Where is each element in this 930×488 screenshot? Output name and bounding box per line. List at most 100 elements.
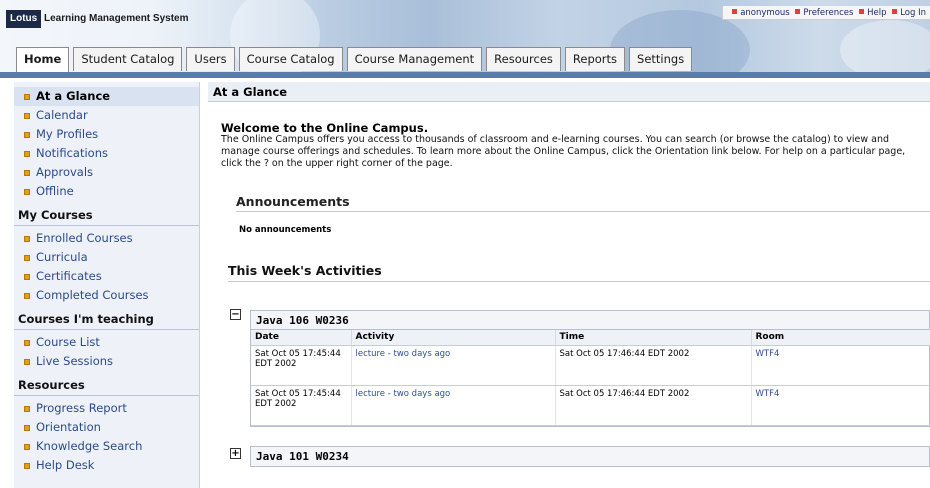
tab-reports[interactable]: Reports [564, 47, 626, 71]
room-cell: WTF4 [751, 385, 930, 426]
column-header-room: Room [751, 330, 930, 346]
expand-icon[interactable]: + [230, 448, 241, 459]
bullet-icon [24, 170, 30, 176]
sidebar-item-calendar[interactable]: Calendar [14, 106, 199, 125]
help-link[interactable]: Help [867, 8, 886, 18]
course-activities-panel: Java 106 W0236 Date Activity Time Room S… [250, 310, 930, 427]
bullet-icon [24, 151, 30, 157]
tab-resources[interactable]: Resources [486, 47, 561, 71]
bullet-icon [24, 359, 30, 365]
activities-heading: This Week's Activities [228, 263, 382, 278]
sidebar-heading-teaching: Courses I'm teaching [14, 308, 199, 330]
main-content: At a Glance Welcome to the Online Campus… [208, 82, 930, 488]
activity-link[interactable]: lecture - two days ago [356, 389, 451, 399]
sidebar-item-progress-report[interactable]: Progress Report [14, 399, 199, 418]
bullet-icon [24, 274, 30, 280]
sidebar-item-label: My Profiles [36, 127, 99, 141]
sidebar-item-orientation[interactable]: Orientation [14, 418, 199, 437]
collapse-icon[interactable]: − [230, 309, 241, 320]
sidebar-item-label: Orientation [36, 420, 101, 434]
page-title: At a Glance [208, 82, 930, 102]
divider [228, 281, 930, 282]
sidebar-item-label: Progress Report [36, 401, 127, 415]
bullet-icon [892, 9, 898, 14]
tab-course-management[interactable]: Course Management [346, 47, 483, 71]
bullet-icon [24, 444, 30, 450]
sidebar-item-course-list[interactable]: Course List [14, 333, 199, 352]
sidebar-item-label: Curricula [36, 250, 88, 264]
tab-underline [0, 72, 930, 78]
header-banner: Lotus Learning Management System anonymo… [0, 0, 930, 78]
anonymous-user-link[interactable]: anonymous [740, 8, 790, 18]
sidebar-item-label: Live Sessions [36, 354, 114, 368]
sidebar-item-my-profiles[interactable]: My Profiles [14, 125, 199, 144]
date-cell: Sat Oct 05 17:45:44 EDT 2002 [251, 345, 352, 386]
banner-decoration [840, 20, 930, 78]
welcome-title: Welcome to the Online Campus. [221, 121, 429, 135]
room-cell: WTF4 [751, 345, 930, 386]
tab-course-catalog[interactable]: Course Catalog [238, 47, 343, 71]
main-tabs: Home Student Catalog Users Course Catalo… [16, 47, 693, 73]
table-row: Sat Oct 05 17:45:44 EDT 2002 lecture - t… [251, 385, 930, 426]
bullet-icon [24, 236, 30, 242]
sidebar-item-label: Notifications [36, 146, 108, 160]
bullet-icon [24, 463, 30, 469]
tab-users[interactable]: Users [186, 47, 235, 71]
bullet-icon [24, 189, 30, 195]
sidebar-item-certificates[interactable]: Certificates [14, 267, 199, 286]
table-header-row: Date Activity Time Room [251, 330, 930, 346]
course-title: Java 101 W0234 [251, 447, 929, 466]
column-header-time: Time [555, 330, 752, 346]
sidebar-item-label: Completed Courses [36, 288, 149, 302]
bullet-icon [24, 132, 30, 138]
bullet-icon [24, 293, 30, 299]
bullet-icon [859, 9, 865, 14]
sidebar-item-label: At a Glance [36, 89, 111, 103]
tab-settings[interactable]: Settings [629, 47, 693, 71]
bullet-icon [24, 406, 30, 412]
date-cell: Sat Oct 05 17:45:44 EDT 2002 [251, 385, 352, 426]
sidebar-item-label: Calendar [36, 108, 88, 122]
bullet-icon [24, 255, 30, 261]
tab-student-catalog[interactable]: Student Catalog [73, 47, 183, 71]
sidebar-item-label: Course List [36, 335, 100, 349]
sidebar-item-label: Certificates [36, 269, 102, 283]
table-row: Sat Oct 05 17:45:44 EDT 2002 lecture - t… [251, 345, 930, 386]
sidebar-item-label: Approvals [36, 165, 94, 179]
preferences-link[interactable]: Preferences [803, 8, 853, 18]
sidebar-item-completed-courses[interactable]: Completed Courses [14, 286, 199, 305]
bullet-icon [24, 94, 30, 100]
activity-link[interactable]: lecture - two days ago [356, 349, 451, 359]
sidebar-item-label: Offline [36, 184, 74, 198]
bullet-icon [795, 9, 801, 14]
bullet-icon [24, 340, 30, 346]
sidebar-item-notifications[interactable]: Notifications [14, 144, 199, 163]
bullet-icon [24, 113, 30, 119]
welcome-text: The Online Campus offers you access to t… [221, 134, 906, 169]
sidebar-item-enrolled-courses[interactable]: Enrolled Courses [14, 229, 199, 248]
time-cell: Sat Oct 05 17:46:44 EDT 2002 [555, 385, 752, 426]
sidebar-item-curricula[interactable]: Curricula [14, 248, 199, 267]
divider [236, 211, 930, 212]
sidebar-heading-resources: Resources [14, 374, 199, 396]
column-header-activity: Activity [351, 330, 556, 346]
sidebar: At a Glance Calendar My Profiles Notific… [14, 82, 200, 488]
sidebar-item-help-desk[interactable]: Help Desk [14, 456, 199, 475]
room-link[interactable]: WTF4 [756, 389, 780, 399]
sidebar-item-approvals[interactable]: Approvals [14, 163, 199, 182]
room-link[interactable]: WTF4 [756, 349, 780, 359]
sidebar-item-at-a-glance[interactable]: At a Glance [14, 87, 199, 106]
sidebar-item-live-sessions[interactable]: Live Sessions [14, 352, 199, 371]
sidebar-item-label: Knowledge Search [36, 439, 143, 453]
app-title: Learning Management System [44, 13, 189, 24]
sidebar-item-label: Enrolled Courses [36, 231, 133, 245]
login-link[interactable]: Log In [900, 8, 926, 18]
sidebar-item-knowledge-search[interactable]: Knowledge Search [14, 437, 199, 456]
tab-home[interactable]: Home [16, 47, 70, 73]
time-cell: Sat Oct 05 17:46:44 EDT 2002 [555, 345, 752, 386]
activity-cell: lecture - two days ago [351, 345, 556, 386]
lotus-logo: Lotus [6, 10, 42, 28]
announcements-heading: Announcements [236, 194, 350, 209]
course-activities-panel: Java 101 W0234 [250, 446, 930, 467]
sidebar-item-offline[interactable]: Offline [14, 182, 199, 201]
